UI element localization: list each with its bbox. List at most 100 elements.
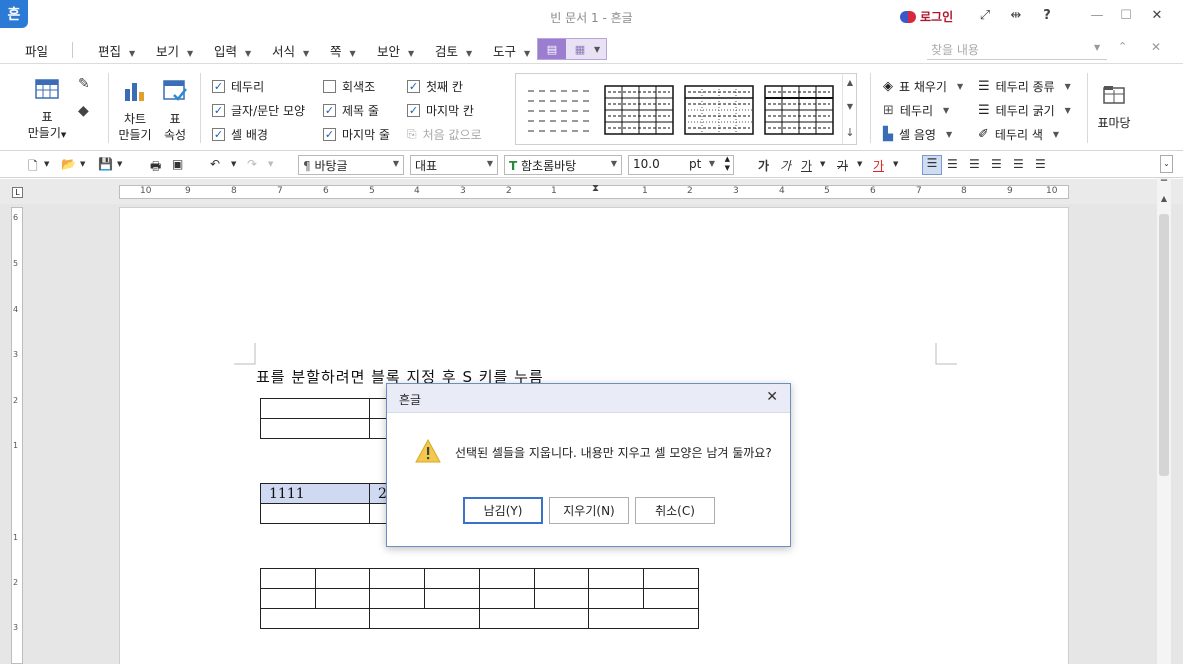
table-3[interactable] xyxy=(260,568,699,629)
check-border[interactable]: ✓ 테두리 xyxy=(212,78,264,95)
check-grayscale[interactable]: 회색조 xyxy=(323,78,375,95)
chevron-down-icon[interactable]: ▼ xyxy=(117,160,122,168)
table-fill-button[interactable]: ◈ 표 채우기 ▼ xyxy=(883,78,963,95)
chevron-down-icon[interactable]: ▼ xyxy=(893,160,898,168)
table-cell[interactable] xyxy=(260,418,370,439)
make-chart-button[interactable]: 차트 만들기 xyxy=(115,79,155,143)
table-cell[interactable] xyxy=(260,398,370,419)
checkbox-last-col[interactable]: ✓ xyxy=(407,104,420,117)
menu-file[interactable]: 파일 xyxy=(25,41,48,60)
table-cell[interactable] xyxy=(588,568,644,589)
menu-view[interactable]: 보기 ▼ xyxy=(156,41,193,60)
table-cell[interactable] xyxy=(260,588,316,609)
chevron-down-icon[interactable]: ▼ xyxy=(44,160,49,168)
menu-review[interactable]: 검토 ▼ xyxy=(435,41,472,60)
table-properties-button[interactable]: 표 속성 xyxy=(158,79,192,143)
close-icon[interactable]: ✕ xyxy=(1148,8,1166,23)
table-cell-selected[interactable]: 1111 xyxy=(260,483,370,504)
table-style-bold-header-icon[interactable] xyxy=(764,85,834,135)
checkbox-char-para[interactable]: ✓ xyxy=(212,104,225,117)
text-color-button[interactable]: 가 xyxy=(873,157,884,174)
help-icon[interactable]: ? xyxy=(1038,8,1056,23)
checkbox-grayscale[interactable] xyxy=(323,80,336,93)
table-style-gallery[interactable]: ▲ ▼ ↓ xyxy=(515,73,857,145)
make-table-button[interactable]: 표 만들기▼ xyxy=(26,77,68,143)
bold-button[interactable]: 가 xyxy=(758,157,769,174)
table-cell[interactable] xyxy=(588,588,644,609)
reset-defaults-button[interactable]: ⎘ 처음 값으로 xyxy=(407,126,482,143)
chevron-down-icon[interactable]: ▼ xyxy=(857,160,862,168)
border-thickness-button[interactable]: ☰ 테두리 굵기 ▼ xyxy=(978,102,1071,119)
open-folder-icon[interactable]: 📂 xyxy=(61,157,76,171)
table-cell[interactable] xyxy=(315,588,370,609)
tab-type-icon[interactable]: L xyxy=(12,187,23,198)
menu-edit[interactable]: 편집 ▼ xyxy=(98,41,135,60)
checkbox-cell-bg[interactable]: ✓ xyxy=(212,128,225,141)
chevron-down-icon[interactable]: ▼ xyxy=(820,160,825,168)
chevron-down-icon[interactable]: ▼ xyxy=(594,45,600,54)
menu-tools[interactable]: 도구 ▼ xyxy=(493,41,530,60)
align-justify-icon[interactable]: ☰ xyxy=(922,155,942,175)
gallery-scrollbar[interactable]: ▲ ▼ ↓ xyxy=(842,74,856,144)
table-design-icon[interactable]: ▤ xyxy=(538,39,566,59)
login-button[interactable]: 로그인 xyxy=(900,8,953,25)
erase-button[interactable]: 지우기(N) xyxy=(549,497,629,524)
chevron-down-icon[interactable]: ▼ xyxy=(843,102,857,111)
check-last-col[interactable]: ✓ 마지막 칸 xyxy=(407,102,474,119)
redo-icon[interactable]: ↷ xyxy=(247,157,257,171)
print-icon[interactable]: 🖶 xyxy=(150,157,161,178)
border-color-button[interactable]: ✐ 테두리 색 ▼ xyxy=(978,126,1059,143)
toolbar-expand-icon[interactable]: ⌄ xyxy=(1160,155,1173,173)
table-cell[interactable] xyxy=(424,588,480,609)
table-cell[interactable] xyxy=(424,568,480,589)
font-select[interactable]: T 함초롬바탕 ▼ xyxy=(504,155,622,175)
draw-table-icon[interactable]: ✎ xyxy=(78,76,90,92)
preview-icon[interactable]: ▣ xyxy=(172,157,183,171)
strikethrough-button[interactable]: 가 xyxy=(837,157,848,174)
fullscreen-icon[interactable]: ⤢ xyxy=(976,8,994,23)
chevron-down-icon[interactable]: ▼ xyxy=(80,160,85,168)
table-cell[interactable] xyxy=(260,608,370,629)
cancel-button[interactable]: 취소(C) xyxy=(635,497,715,524)
width-fit-icon[interactable]: ⇹ xyxy=(1007,8,1025,23)
menu-security[interactable]: 보안 ▼ xyxy=(377,41,414,60)
chevron-up-icon[interactable]: ⌃ xyxy=(1118,40,1127,53)
table-cell[interactable] xyxy=(479,568,535,589)
expand-gallery-icon[interactable]: ↓ xyxy=(843,126,857,139)
table-style-dotted-icon[interactable] xyxy=(684,85,754,135)
table-style-plain-icon[interactable] xyxy=(524,85,594,135)
checkbox-last-row[interactable]: ✓ xyxy=(323,128,336,141)
border-button[interactable]: ⊞ 테두리 ▼ xyxy=(883,102,949,119)
table-cell[interactable] xyxy=(534,588,589,609)
save-icon[interactable]: 💾 xyxy=(98,157,113,171)
indent-marker-icon[interactable]: ⧗ xyxy=(592,183,599,194)
table-cell[interactable] xyxy=(369,608,480,629)
chevron-down-icon[interactable]: ▼ xyxy=(231,160,236,168)
table-cell[interactable] xyxy=(369,588,425,609)
table-cell[interactable] xyxy=(643,588,699,609)
menu-insert[interactable]: 입력 ▼ xyxy=(214,41,251,60)
table-cell[interactable] xyxy=(479,608,589,629)
maximize-icon[interactable]: ☐ xyxy=(1117,8,1135,23)
underline-button[interactable]: 가 xyxy=(801,157,812,174)
style-select[interactable]: ¶ 바탕글 ▼ xyxy=(298,155,404,175)
checkbox-title-row[interactable]: ✓ xyxy=(323,104,336,117)
menu-page[interactable]: 쪽 ▼ xyxy=(330,41,356,60)
minimize-icon[interactable]: — xyxy=(1088,8,1106,23)
search-dropdown-icon[interactable]: ▼ xyxy=(1094,43,1100,52)
table-cell[interactable] xyxy=(260,503,370,524)
table-layout-icon[interactable]: ▦ xyxy=(566,39,594,59)
table-cell[interactable] xyxy=(315,568,370,589)
table-view-toggle[interactable]: ▤ ▦ ▼ xyxy=(537,38,607,60)
table-cell[interactable] xyxy=(534,568,589,589)
table-style-grid-icon[interactable] xyxy=(604,85,674,135)
italic-button[interactable]: 가 xyxy=(780,157,791,174)
table-cell[interactable] xyxy=(643,568,699,589)
table-cell[interactable] xyxy=(369,568,425,589)
menu-format[interactable]: 서식 ▼ xyxy=(272,41,309,60)
checkbox-first-col[interactable]: ✓ xyxy=(407,80,420,93)
check-title-row[interactable]: ✓ 제목 줄 xyxy=(323,102,379,119)
horizontal-ruler[interactable]: 10 9 8 7 6 5 4 3 2 1 1 2 3 4 5 6 7 8 9 1… xyxy=(119,183,1069,199)
undo-icon[interactable]: ↶ xyxy=(210,157,220,171)
check-last-row[interactable]: ✓ 마지막 줄 xyxy=(323,126,390,143)
